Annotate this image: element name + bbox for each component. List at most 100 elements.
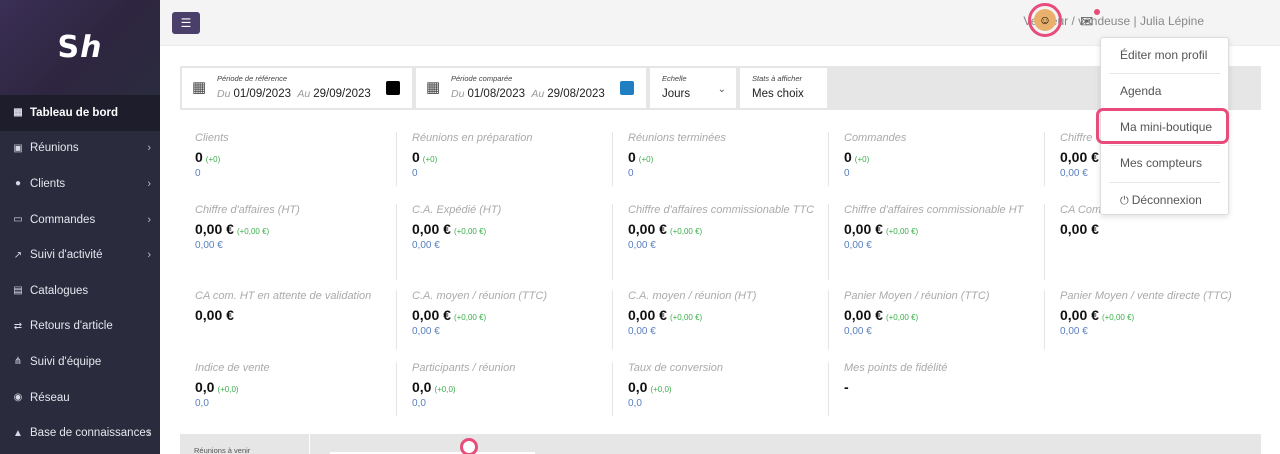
stat-compare-value: 0 xyxy=(628,168,634,179)
stat-value: 0 (+0) xyxy=(844,149,870,165)
stat-diff: (+0,00 €) xyxy=(669,227,703,236)
stat-value: 0,0 (+0,0) xyxy=(628,379,672,395)
stat-diff: (+0,00 €) xyxy=(885,313,919,322)
upcoming-meetings-panel: Réunions à venir xyxy=(180,434,1261,454)
stat-card: C.A. Expédié (HT) 0,00 € (+0,00 €) 0,00 € xyxy=(396,204,612,280)
stat-value: 0,00 € (+0,00 €) xyxy=(1060,307,1135,323)
stat-value: 0 (+0) xyxy=(412,149,438,165)
stat-diff: (+0,00 €) xyxy=(669,313,703,322)
stat-label: Clients xyxy=(195,132,229,144)
menu-toggle-button[interactable]: ☰ xyxy=(172,12,200,34)
stats-to-show-select[interactable]: Stats à afficher Mes choix xyxy=(740,68,827,108)
stat-value: 0,00 € (+0,00 €) xyxy=(412,307,487,323)
sidebar-item[interactable]: ● Clients › xyxy=(0,166,160,202)
stats-to-show-value: Mes choix xyxy=(752,88,804,100)
sidebar-item[interactable]: ⇄ Retours d'article xyxy=(0,309,160,345)
reference-period-dates: Du 01/09/2023 Au 29/09/2023 xyxy=(217,88,371,100)
stat-label: C.A. moyen / réunion (HT) xyxy=(628,290,757,302)
sidebar-item[interactable]: ▭ Commandes › xyxy=(0,202,160,238)
calendar-icon: ▣ xyxy=(13,142,23,154)
sidebar-item[interactable]: ▣ Réunions › xyxy=(0,131,160,167)
stat-diff: (+0,00 €) xyxy=(1101,313,1135,322)
book-icon: ▤ xyxy=(13,285,23,297)
users-icon: ● xyxy=(14,178,22,190)
stat-card: CA com. HT en attente de validation 0,00 … xyxy=(180,290,396,350)
calendar-icon: ▦ xyxy=(426,79,441,96)
dropdown-item-label: Mes compteurs xyxy=(1120,156,1203,170)
credit-card-icon: ▭ xyxy=(13,214,23,226)
scale-label: Echelle xyxy=(662,74,687,83)
sidebar-item[interactable]: ▲ Base de connaissances › xyxy=(0,415,160,451)
stat-card: Taux de conversion 0,0 (+0,0) 0,0 xyxy=(612,362,828,416)
stat-label: Commandes xyxy=(844,132,907,144)
stat-compare-value: 0 xyxy=(844,168,850,179)
compared-period-label: Période comparée xyxy=(451,74,513,83)
stat-compare-value: 0,00 € xyxy=(628,240,656,251)
stat-diff: (+0,00 €) xyxy=(453,227,487,236)
stat-card: Participants / réunion 0,0 (+0,0) 0,0 xyxy=(396,362,612,416)
stat-card: Chiffre d'affaires (HT) 0,00 € (+0,00 €) 0,… xyxy=(180,204,396,280)
sidebar-item-label: Réunions xyxy=(30,142,79,155)
sidebar-item-label: Retours d'article xyxy=(30,320,113,333)
stat-card: C.A. moyen / réunion (HT) 0,00 € (+0,00 €)… xyxy=(612,290,828,350)
reference-period-picker[interactable]: ▦ Période de référence Du 01/09/2023 Au 29… xyxy=(182,68,412,108)
stat-compare-value: 0 xyxy=(195,168,201,179)
stat-label: Chiffre d'affaires (HT) xyxy=(195,204,300,216)
dropdown-item-label: Éditer mon profil xyxy=(1120,48,1208,62)
stat-label: CA com. HT en attente de validation xyxy=(195,290,372,302)
sidebar-item-label: Réseau xyxy=(30,391,70,404)
graduation-cap-icon: ▲ xyxy=(13,427,23,439)
envelope-icon[interactable]: ✉ xyxy=(1080,12,1093,32)
stat-value: 0,00 € (+0,00 €) xyxy=(844,307,919,323)
stat-label: Panier Moyen / vente directe (TTC) xyxy=(1060,290,1232,302)
brand-logo[interactable]: Sℎ xyxy=(58,30,103,65)
sidebar-item[interactable]: ▤ Catalogues xyxy=(0,273,160,309)
sidebar-item[interactable]: ◉ Réseau xyxy=(0,380,160,416)
stat-value: 0,00 € xyxy=(195,307,234,323)
stat-compare-value: 0,0 xyxy=(195,398,209,409)
stat-card: C.A. moyen / réunion (TTC) 0,00 € (+0,00 €… xyxy=(396,290,612,350)
scale-select[interactable]: Echelle Jours ⌄ xyxy=(650,68,736,108)
stat-value: 0,00 € (+0,00 €) xyxy=(844,221,919,237)
stat-label: Panier Moyen / réunion (TTC) xyxy=(844,290,990,302)
compared-period-picker[interactable]: ▦ Période comparée Du 01/08/2023 Au 29/08/… xyxy=(416,68,646,108)
stat-value: 0 (+0) xyxy=(195,149,221,165)
filter-bar: ▦ Période de référence Du 01/09/2023 Au 29… xyxy=(180,66,1261,110)
stats-to-show-label: Stats à afficher xyxy=(752,74,803,83)
dropdown-item[interactable]: ⏻ Déconnexion xyxy=(1101,183,1228,219)
stat-diff: (+0,0) xyxy=(434,385,456,394)
sidebar-item[interactable]: ⋔ Suivi d'équipe xyxy=(0,344,160,380)
dashboard-icon: ▦ xyxy=(13,107,23,119)
chevron-right-icon: › xyxy=(147,249,151,262)
dropdown-item[interactable]: Mes compteurs xyxy=(1101,146,1228,182)
stat-compare-value: 0 xyxy=(412,168,418,179)
sidebar-item-label: Suivi d'équipe xyxy=(30,355,102,368)
logo-area: Sℎ xyxy=(0,0,160,95)
sidebar-item[interactable]: ▦ Tableau de bord xyxy=(0,95,160,131)
dropdown-item[interactable]: Éditer mon profil xyxy=(1101,38,1228,74)
stat-compare-value: 0,00 € xyxy=(628,326,656,337)
stat-card: Chiffre d'affaires commissionable TTC 0,0… xyxy=(612,204,828,280)
stat-card: Panier Moyen / réunion (TTC) 0,00 € (+0,00… xyxy=(828,290,1044,350)
stat-diff: (+0) xyxy=(638,155,654,164)
notification-dot xyxy=(1094,9,1100,15)
menu-icon: ☰ xyxy=(180,16,192,30)
stat-diff: (+0,00 €) xyxy=(885,227,919,236)
compared-period-dates: Du 01/08/2023 Au 29/08/2023 xyxy=(451,88,605,100)
user-avatar-button[interactable]: ☺ xyxy=(1028,3,1062,37)
stat-value: 0,0 (+0,0) xyxy=(412,379,456,395)
stat-label: Participants / réunion xyxy=(412,362,516,374)
line-chart-icon: ↗ xyxy=(13,249,23,261)
reference-color-swatch[interactable] xyxy=(386,81,400,95)
stat-label: Chiffre d'affaires commissionable HT xyxy=(844,204,1024,216)
dropdown-item[interactable]: Agenda xyxy=(1101,74,1228,110)
stat-card: Réunions en préparation 0 (+0) 0 xyxy=(396,132,612,186)
stat-diff: (+0,00 €) xyxy=(236,227,270,236)
compared-color-swatch[interactable] xyxy=(620,81,634,95)
chevron-right-icon: › xyxy=(147,177,151,190)
sidebar-item[interactable]: ↗ Suivi d'activité › xyxy=(0,237,160,273)
stat-value: 0,00 € (+0,00 €) xyxy=(195,221,270,237)
click-indicator xyxy=(460,438,478,454)
user-avatar-icon: ☺ xyxy=(1034,9,1056,31)
stat-label: Mes points de fidélité xyxy=(844,362,948,374)
